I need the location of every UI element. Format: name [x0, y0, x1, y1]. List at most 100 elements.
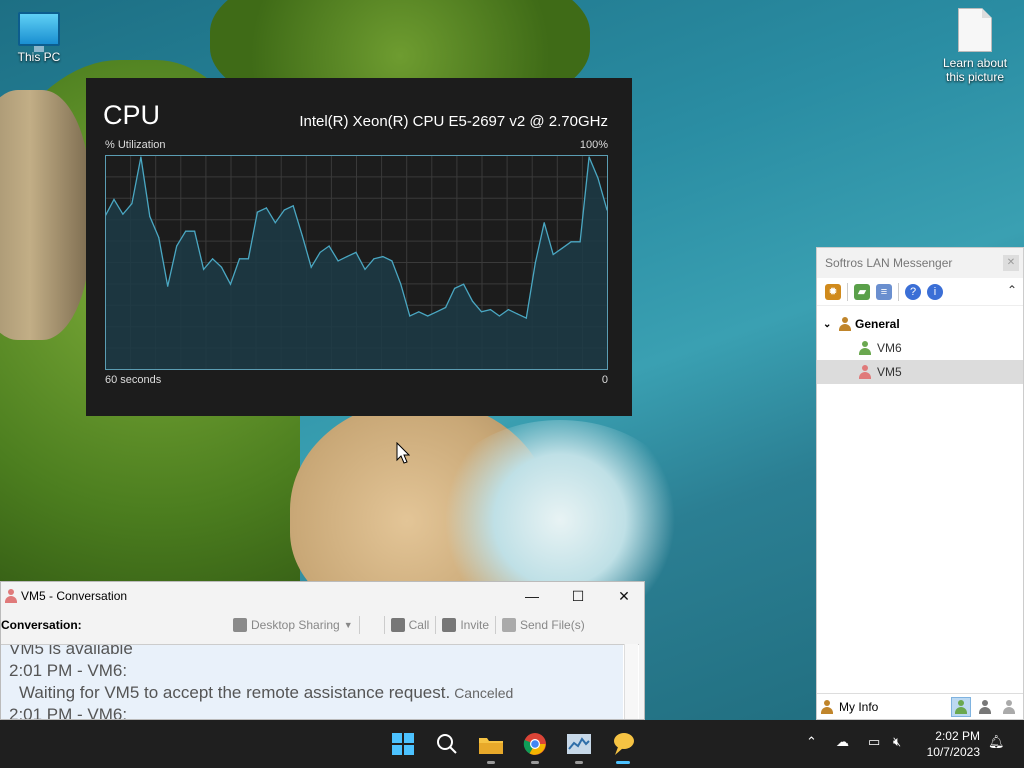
- dropdown-arrow-icon: ▼: [343, 620, 353, 630]
- utilization-point: [355, 251, 357, 253]
- performance-monitor-icon: [567, 734, 591, 754]
- status-offline-button[interactable]: [999, 697, 1019, 717]
- conversation-title: VM5 - Conversation: [21, 589, 128, 603]
- utilization-point: [418, 311, 420, 313]
- x-left-label: 60 seconds: [105, 374, 162, 386]
- user-busy-icon: [5, 589, 17, 603]
- my-info-button[interactable]: My Info: [839, 700, 878, 714]
- chrome-button[interactable]: [519, 728, 551, 764]
- running-indicator: [531, 761, 539, 764]
- desktop-sharing-label: Desktop Sharing: [251, 618, 340, 632]
- chevron-up-icon[interactable]: ⌃: [1007, 283, 1017, 297]
- utilization-point: [247, 258, 249, 260]
- volume-muted-icon[interactable]: 🔇︎: [893, 734, 901, 750]
- utilization-point: [445, 306, 447, 309]
- desktop-icon-learn-picture[interactable]: Learn about this picture: [938, 8, 1012, 84]
- close-icon[interactable]: ✕: [1003, 255, 1019, 271]
- settings-gear-icon[interactable]: ✹: [825, 283, 841, 300]
- clock-time: 2:02 PM: [935, 729, 980, 743]
- contact-vm5[interactable]: VM5: [817, 360, 1023, 384]
- conversation-window: VM5 - Conversation — ☐ ✕ Conversation: D…: [0, 581, 645, 720]
- desktop-icon-this-pc[interactable]: This PC: [4, 12, 74, 64]
- utilization-point: [158, 237, 160, 239]
- utilization-point: [427, 315, 429, 317]
- running-indicator: [487, 761, 495, 764]
- start-button[interactable]: [387, 728, 419, 760]
- group-general[interactable]: ⌄ General: [817, 312, 1023, 336]
- invite-label: Invite: [460, 618, 489, 632]
- notification-bell-icon[interactable]: 🔔︎: [988, 734, 1005, 750]
- utilization-point: [310, 266, 312, 268]
- y-max-label: 100%: [579, 139, 608, 151]
- contact-tree: ⌄ General VM6 VM5: [817, 306, 1023, 384]
- clock[interactable]: 2:02 PM 10/7/2023: [927, 728, 980, 760]
- onedrive-cloud-icon[interactable]: ☁: [836, 734, 849, 750]
- chevron-down-icon[interactable]: ⌄: [823, 319, 835, 330]
- close-icon[interactable]: ✕: [601, 582, 644, 610]
- info-icon[interactable]: i: [927, 283, 943, 300]
- utilization-point: [337, 260, 339, 262]
- message-log-scrollbar[interactable]: [624, 644, 638, 719]
- status-away-button[interactable]: [975, 697, 995, 717]
- send-file-icon: [502, 618, 516, 632]
- maximize-icon[interactable]: ☐: [555, 582, 601, 610]
- utilization-point: [274, 222, 276, 224]
- computer-icon: [18, 12, 60, 52]
- running-indicator: [616, 761, 630, 764]
- utilization-point: [328, 245, 330, 247]
- y-axis-label: % Utilization: [105, 139, 166, 151]
- clock-date: 10/7/2023: [926, 745, 980, 759]
- utilization-point: [283, 209, 285, 211]
- search-button[interactable]: [431, 728, 463, 760]
- network-icon[interactable]: ▭: [868, 734, 880, 750]
- utilization-point: [364, 268, 366, 270]
- desktop-icon-label: This PC: [17, 50, 61, 64]
- away-icon: [979, 699, 991, 714]
- utilization-point: [552, 253, 554, 256]
- call-label: Call: [408, 618, 430, 632]
- folder-icon[interactable]: ▰: [854, 283, 870, 300]
- utilization-point: [534, 262, 536, 264]
- minimize-icon[interactable]: —: [509, 582, 555, 610]
- history-icon[interactable]: ≡: [876, 283, 892, 300]
- utilization-point: [480, 311, 483, 313]
- cpu-model: Intel(R) Xeon(R) CPU E5-2697 v2 @ 2.70GH…: [299, 113, 608, 130]
- message-status: Canceled: [454, 685, 514, 701]
- task-manager-button[interactable]: [563, 728, 595, 764]
- utilization-point: [149, 215, 151, 217]
- utilization-point: [436, 311, 438, 313]
- invite-users-icon: [442, 618, 457, 632]
- utilization-point: [579, 241, 581, 243]
- lan-messenger-button[interactable]: [607, 728, 639, 764]
- utilization-point: [588, 156, 590, 158]
- utilization-point: [561, 247, 563, 249]
- video-camera-icon: [390, 618, 405, 632]
- contact-vm6[interactable]: VM6: [817, 336, 1023, 360]
- call-button[interactable]: Call: [390, 618, 430, 632]
- conversation-toolbar: Conversation: Desktop Sharing ▼ Call Inv…: [1, 610, 644, 640]
- group-label: General: [855, 317, 900, 331]
- help-icon[interactable]: ?: [905, 283, 921, 300]
- chrome-icon: [523, 733, 546, 755]
- invite-button[interactable]: Invite: [442, 618, 489, 632]
- utilization-point: [167, 285, 169, 287]
- message-line: VM5 is available: [9, 644, 133, 658]
- messenger-bubble-icon: [614, 733, 634, 755]
- desktop-icon-label: Learn about this picture: [942, 56, 1008, 84]
- search-icon: [437, 734, 457, 754]
- toolbar-separator: [358, 616, 360, 634]
- utilization-point: [319, 251, 321, 253]
- toolbar-separator: [847, 282, 848, 301]
- my-info-icon: [821, 699, 833, 714]
- send-files-button[interactable]: Send File(s): [502, 618, 585, 632]
- status-online-button[interactable]: [951, 696, 971, 717]
- messenger-titlebar: Softros LAN Messenger ✕: [817, 248, 1023, 278]
- utilization-point: [220, 266, 223, 268]
- utilization-point: [176, 245, 178, 247]
- desktop-sharing-button[interactable]: Desktop Sharing ▼: [233, 618, 353, 632]
- file-explorer-button[interactable]: [475, 728, 507, 764]
- chevron-up-icon[interactable]: ⌃: [806, 734, 817, 750]
- utilization-point: [489, 309, 492, 311]
- utilization-point: [301, 234, 303, 236]
- utilization-point: [516, 313, 518, 315]
